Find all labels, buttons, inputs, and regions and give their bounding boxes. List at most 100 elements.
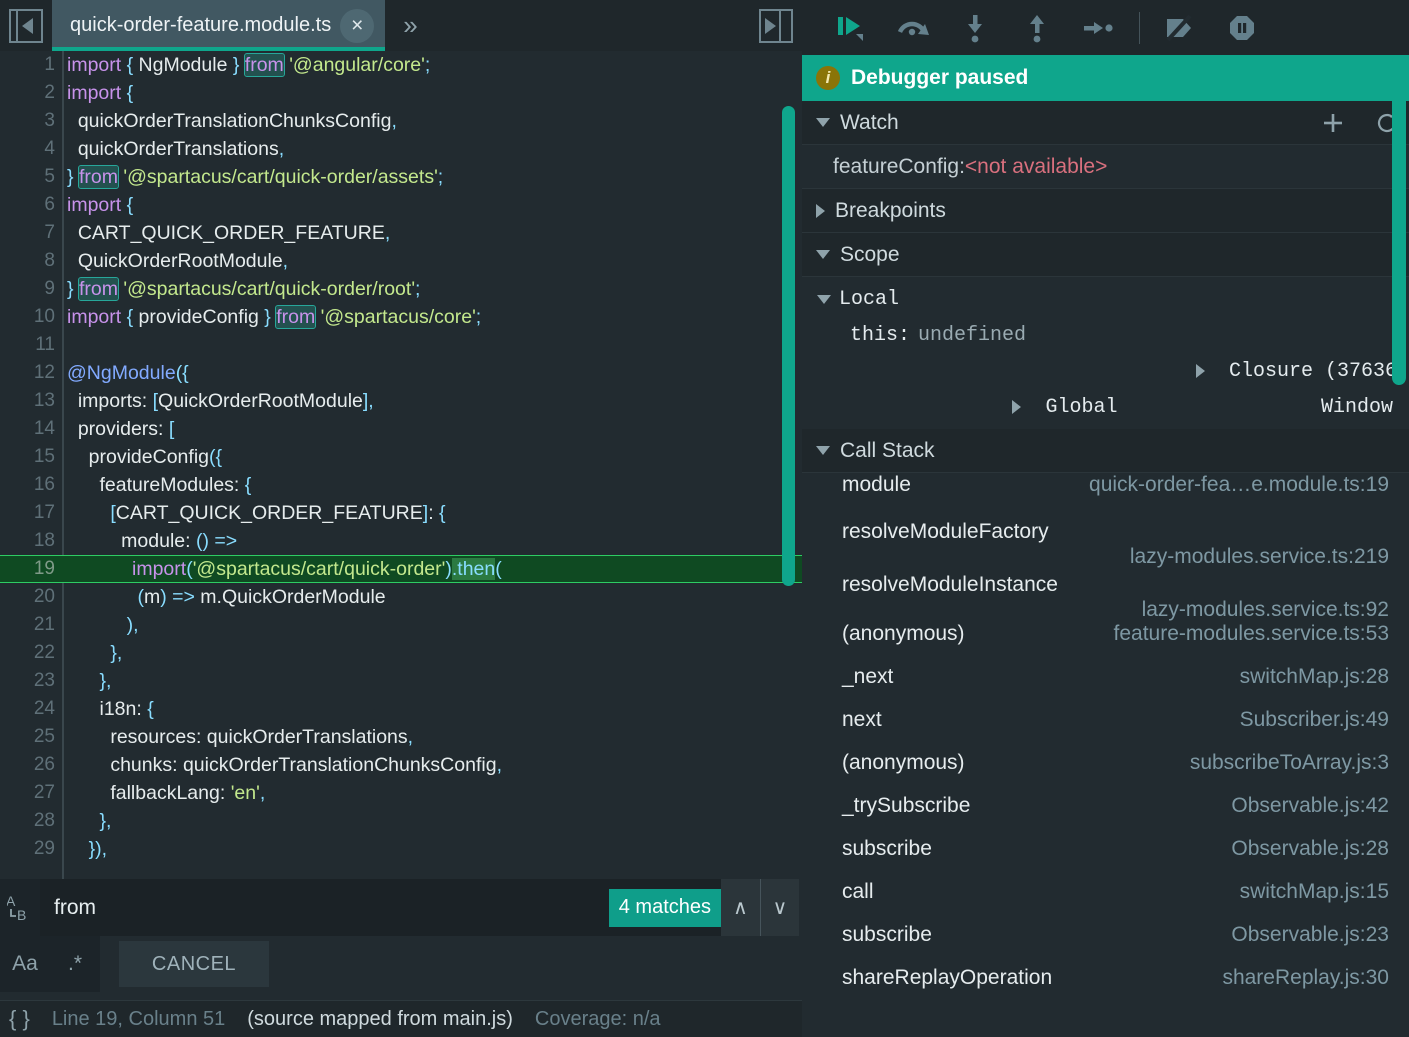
line-number: 4 <box>44 138 55 159</box>
code-line[interactable]: 12 @NgModule({ <box>0 359 802 387</box>
call-stack-frame-location: Subscriber.js:49 <box>1239 708 1389 731</box>
code-line[interactable]: 16 featureModules: { <box>0 471 802 499</box>
toggle-replace-button[interactable]: A B <box>0 879 40 936</box>
code-line[interactable]: 11 <box>0 331 802 359</box>
code-line[interactable]: 6 import { <box>0 191 802 219</box>
deactivate-breakpoints-button[interactable] <box>1149 0 1211 55</box>
code-line[interactable]: 24 i18n: { <box>0 695 802 723</box>
find-previous-button[interactable]: ∧ <box>721 879 760 936</box>
call-stack-frame[interactable]: subscribe Observable.js:28 <box>802 837 1409 880</box>
code-text: ), <box>55 614 139 637</box>
debugger-vertical-scrollbar[interactable] <box>1392 55 1406 385</box>
code-line[interactable]: 21 ), <box>0 611 802 639</box>
code-line[interactable]: 3 quickOrderTranslationChunksConfig, <box>0 107 802 135</box>
code-line[interactable]: 27 fallbackLang: 'en', <box>0 779 802 807</box>
code-text: (m) => m.QuickOrderModule <box>55 586 385 609</box>
pause-on-exceptions-button[interactable] <box>1211 0 1273 55</box>
editor-vertical-scrollbar[interactable] <box>782 106 795 586</box>
scope-group-row[interactable]: Closure (37636) <box>802 353 1409 389</box>
watch-section-header[interactable]: Watch <box>802 101 1409 145</box>
step-over-button[interactable] <box>882 0 944 55</box>
panel-right-toggle-button[interactable] <box>750 0 802 51</box>
step-out-icon <box>1030 14 1044 42</box>
code-line[interactable]: 7 CART_QUICK_ORDER_FEATURE, <box>0 219 802 247</box>
chevron-down-icon <box>816 118 830 127</box>
code-line[interactable]: 13 imports: [QuickOrderRootModule], <box>0 387 802 415</box>
code-line[interactable]: 9} from '@spartacus/cart/quick-order/roo… <box>0 275 802 303</box>
search-match: from <box>77 276 119 301</box>
code-line[interactable]: 10 import { provideConfig } from '@sparta… <box>0 303 802 331</box>
scope-group-row[interactable]: Local <box>802 281 1409 317</box>
format-code-icon[interactable]: { } <box>9 1006 30 1032</box>
code-line[interactable]: 26 chunks: quickOrderTranslationChunksCo… <box>0 751 802 779</box>
match-case-button[interactable]: Aa <box>0 936 50 992</box>
editor-tab-quick-order-feature-module[interactable]: quick-order-feature.module.ts × <box>52 0 386 51</box>
call-stack-frame[interactable]: (anonymous) feature-modules.service.ts:53 <box>802 622 1409 665</box>
find-input[interactable] <box>40 895 609 920</box>
chevron-down-icon <box>816 250 830 259</box>
panel-left-toggle-button[interactable] <box>0 0 52 51</box>
code-line[interactable]: 28 }, <box>0 807 802 835</box>
breakpoints-section-title: Breakpoints <box>835 198 946 222</box>
line-number: 18 <box>33 530 55 551</box>
code-token: , <box>496 753 502 776</box>
call-stack-frame[interactable]: (anonymous) subscribeToArray.js:3 <box>802 751 1409 794</box>
regex-button[interactable]: .* <box>50 936 100 992</box>
cancel-button[interactable]: CANCEL <box>119 941 269 987</box>
call-stack-frame[interactable]: subscribe Observable.js:23 <box>802 923 1409 966</box>
code-line[interactable]: 8 QuickOrderRootModule, <box>0 247 802 275</box>
call-stack-frame[interactable]: resolveModuleFactory lazy-modules.service… <box>802 516 1409 569</box>
scope-group-row[interactable]: Global Window <box>802 389 1409 425</box>
scope-section-header[interactable]: Scope <box>802 233 1409 277</box>
code-line[interactable]: 14 providers: [ <box>0 415 802 443</box>
call-stack-frame[interactable]: call switchMap.js:15 <box>802 880 1409 923</box>
close-icon[interactable]: × <box>340 8 375 43</box>
line-number: 23 <box>33 670 55 691</box>
code-line[interactable]: 1 import { NgModule } from '@angular/core… <box>0 51 802 79</box>
code-line[interactable]: 22 }, <box>0 639 802 667</box>
call-stack-frame[interactable]: next Subscriber.js:49 <box>802 708 1409 751</box>
call-stack-frame[interactable]: _next switchMap.js:28 <box>802 665 1409 708</box>
line-number: 20 <box>33 586 55 607</box>
code-line[interactable]: 4 quickOrderTranslations, <box>0 135 802 163</box>
code-line[interactable]: 23 }, <box>0 667 802 695</box>
tab-overflow-icon[interactable]: » <box>385 10 434 41</box>
call-stack-frame[interactable]: resolveModuleInstance lazy-modules.servic… <box>802 569 1409 622</box>
code-text: import { <box>55 194 133 217</box>
call-stack-section-header[interactable]: Call Stack <box>802 429 1409 473</box>
code-text: i18n: { <box>55 698 154 721</box>
code-line[interactable]: 25 resources: quickOrderTranslations, <box>0 723 802 751</box>
code-text: } from '@spartacus/cart/quick-order/asse… <box>55 164 443 189</box>
scope-entry-value: undefined <box>918 323 1027 347</box>
watch-expression-row[interactable]: featureConfig: <not available> <box>802 145 1409 189</box>
code-editor[interactable]: 1 import { NgModule } from '@angular/core… <box>0 51 802 879</box>
step-into-button[interactable] <box>944 0 1006 55</box>
code-line[interactable]: 29 }), <box>0 835 802 863</box>
code-text: providers: [ <box>55 418 174 441</box>
code-line[interactable]: 15 provideConfig({ <box>0 443 802 471</box>
find-next-button[interactable]: ∨ <box>760 879 799 936</box>
call-stack-frame[interactable]: shareReplayOperation shareReplay.js:30 <box>802 966 1409 1009</box>
add-watch-expression-button[interactable] <box>1311 111 1355 135</box>
code-line[interactable]: 18 module: () => <box>0 527 802 555</box>
code-token: import <box>67 81 122 104</box>
code-line[interactable]: 2 import { <box>0 79 802 107</box>
code-token: '@spartacus/cart/quick-order/root' <box>123 277 416 300</box>
scope-entry-name: this: <box>850 323 911 347</box>
code-line[interactable]: 5} from '@spartacus/cart/quick-order/ass… <box>0 163 802 191</box>
code-token: ), <box>67 613 139 636</box>
code-line[interactable]: 19 import ('@spartacus/cart/quick-order')… <box>0 555 802 583</box>
scope-entry-name: Global <box>1045 395 1118 419</box>
breakpoints-section-header[interactable]: Breakpoints <box>802 189 1409 233</box>
call-stack-frame[interactable]: _trySubscribe Observable.js:42 <box>802 794 1409 837</box>
step-button[interactable] <box>1068 0 1130 55</box>
call-stack-frame[interactable]: module quick-order-fea…e.module.ts:19 <box>802 473 1409 516</box>
step-out-button[interactable] <box>1006 0 1068 55</box>
resume-script-execution-button[interactable] <box>820 0 882 55</box>
scope-property-row[interactable]: this: undefined <box>802 317 1409 353</box>
code-line[interactable]: 17 [CART_QUICK_ORDER_FEATURE]: { <box>0 499 802 527</box>
search-match: from <box>275 304 317 329</box>
code-line[interactable]: 20 (m) => m.QuickOrderModule <box>0 583 802 611</box>
call-stack-frame-name: next <box>842 708 882 731</box>
